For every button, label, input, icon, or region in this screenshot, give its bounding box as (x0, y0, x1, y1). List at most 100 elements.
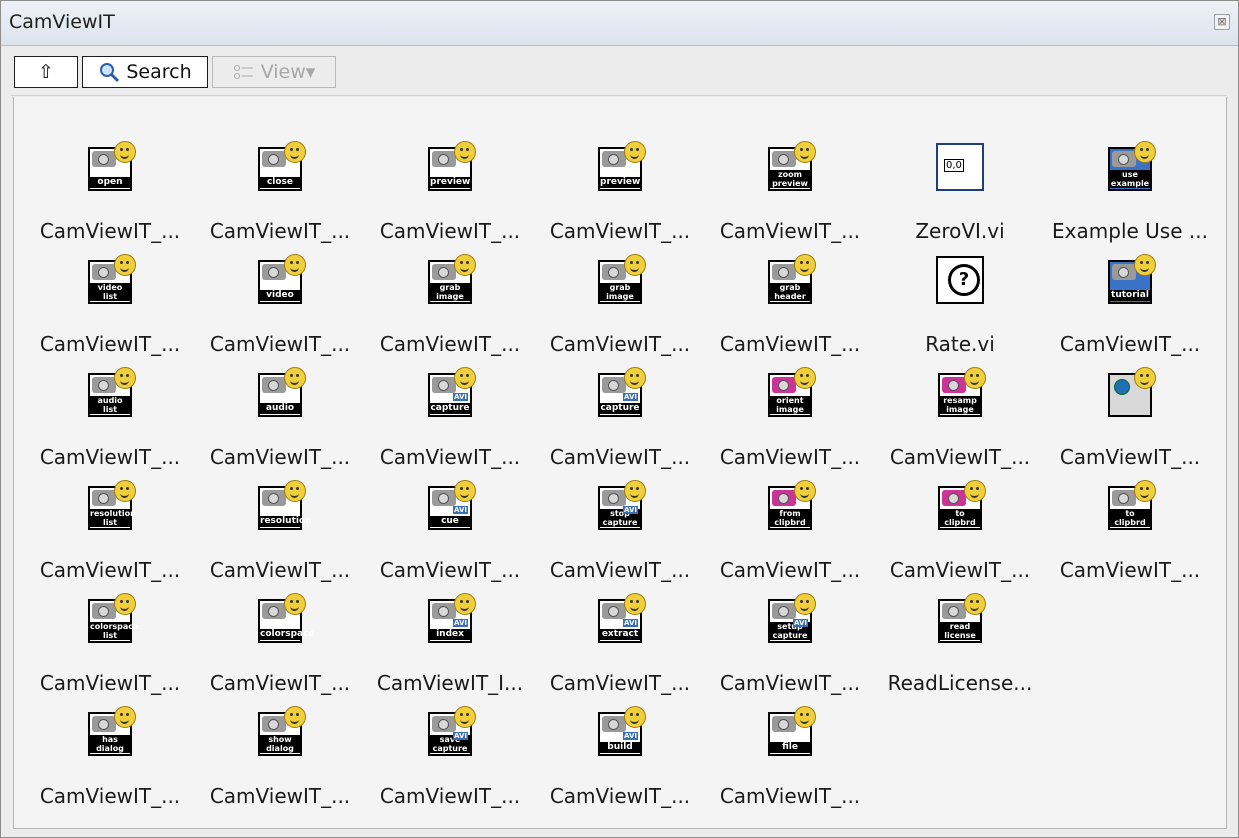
palette-item[interactable]: audio CamViewIT_... (195, 367, 365, 480)
palette-item[interactable]: capture AVI CamViewIT_... (365, 367, 535, 480)
palette-item-label: CamViewIT_... (1059, 558, 1201, 582)
palette-item[interactable]: from clipbrd CamViewIT_... (705, 480, 875, 593)
palette-item[interactable]: audio list CamViewIT_... (25, 367, 195, 480)
palette-item[interactable]: tutorial CamViewIT_... (1045, 254, 1215, 367)
grab-image-vi-icon: grab image (424, 254, 476, 306)
grab-image-2-vi-icon: grab image (594, 254, 646, 306)
preview-vi-icon: preview (424, 141, 476, 193)
palette-item[interactable]: setup capture AVI CamViewIT_... (705, 593, 875, 706)
palette-item[interactable]: 0,0 ZeroVI.vi (875, 141, 1045, 254)
palette-item[interactable]: grab header CamViewIT_... (705, 254, 875, 367)
cue-avi-vi-icon: cue AVI (424, 480, 476, 532)
close-icon[interactable]: ⊠ (1214, 14, 1230, 30)
palette-item[interactable]: grab image CamViewIT_... (365, 254, 535, 367)
up-button[interactable]: ⇧ (14, 56, 78, 88)
palette-item[interactable]: CamViewIT_... (1045, 367, 1215, 480)
stop-capture-vi-icon: stop capture AVI (594, 480, 646, 532)
open-vi-icon: open (84, 141, 136, 193)
palette-item-label: CamViewIT_... (549, 784, 691, 808)
palette-item-label: CamViewIT_... (549, 332, 691, 356)
palette-item[interactable]: ? Rate.vi (875, 254, 1045, 367)
palette-item-label: CamViewIT_... (719, 332, 861, 356)
resamp-image-vi-icon: resamp image (934, 367, 986, 419)
palette-item-label: CamViewIT_... (209, 332, 351, 356)
has-dialog-vi-icon: has dialog (84, 706, 136, 758)
from-clipbrd-vi-icon: from clipbrd (764, 480, 816, 532)
palette-item[interactable]: grab image CamViewIT_... (535, 254, 705, 367)
palette-item[interactable]: capture AVI CamViewIT_... (535, 367, 705, 480)
palette-item-label: CamViewIT_... (549, 219, 691, 243)
palette-item-label: CamViewIT_... (39, 558, 181, 582)
palette-item-label: CamViewIT_... (549, 445, 691, 469)
palette-item[interactable]: to clipbrd CamViewIT_... (1045, 480, 1215, 593)
palette-item[interactable]: save capture AVI CamViewIT_... (365, 706, 535, 819)
palette-item-label: CamViewIT_... (1059, 445, 1201, 469)
palette-item[interactable]: has dialog CamViewIT_... (25, 706, 195, 819)
colorspace-list-vi-icon: colorspace list (84, 593, 138, 645)
palette-item-label: CamViewIT_... (39, 445, 181, 469)
up-arrow-icon: ⇧ (38, 61, 54, 83)
palette-toolbar: ⇧ Search View▾ (14, 56, 336, 90)
palette-item-label: CamViewIT_... (39, 784, 181, 808)
palette-item[interactable]: preview CamViewIT_... (535, 141, 705, 254)
palette-window: CamViewIT ⊠ ⇧ Search View▾ open CamViewIT… (0, 0, 1239, 838)
palette-item-label: CamViewIT_... (209, 558, 351, 582)
view-label: View▾ (260, 61, 316, 83)
to-clipbrd-2-vi-icon: to clipbrd (1104, 480, 1156, 532)
palette-item[interactable]: colorspace CamViewIT_... (195, 593, 365, 706)
audio-vi-icon: audio (254, 367, 306, 419)
palette-item-label: CamViewIT_... (209, 445, 351, 469)
to-clipbrd-vi-icon: to clipbrd (934, 480, 986, 532)
palette-item[interactable]: build AVI CamViewIT_... (535, 706, 705, 819)
palette-item[interactable]: show dialog CamViewIT_... (195, 706, 365, 819)
audio-list-vi-icon: audio list (84, 367, 136, 419)
video-vi-icon: video (254, 254, 306, 306)
video-list-vi-icon: video list (84, 254, 136, 306)
palette-item[interactable]: resamp image CamViewIT_... (875, 367, 1045, 480)
save-capture-vi-icon: save capture AVI (424, 706, 476, 758)
palette-item-label: CamViewIT_... (379, 445, 521, 469)
palette-item[interactable]: resolution CamViewIT_... (195, 480, 365, 593)
palette-item[interactable]: read license ReadLicense... (875, 593, 1045, 706)
extract-avi-vi-icon: extract AVI (594, 593, 646, 645)
capture-avi-vi-icon: capture AVI (424, 367, 476, 419)
palette-item[interactable]: file CamViewIT_... (705, 706, 875, 819)
stopwatch-icon: ? (934, 254, 986, 306)
grab-header-vi-icon: grab header (764, 254, 816, 306)
globe-vi-icon (1104, 367, 1156, 419)
palette-item-label: CamViewIT_... (39, 332, 181, 356)
palette-item (1045, 593, 1215, 706)
palette-item[interactable]: stop capture AVI CamViewIT_... (535, 480, 705, 593)
palette-item[interactable]: use example Example Use ... (1045, 141, 1215, 254)
zoom-preview-vi-icon: zoom preview (764, 141, 816, 193)
palette-item[interactable]: video CamViewIT_... (195, 254, 365, 367)
palette-item-label: CamViewIT_... (209, 784, 351, 808)
palette-item-label: CamViewIT_... (719, 671, 861, 695)
palette-item[interactable]: colorspace list CamViewIT_... (25, 593, 195, 706)
window-title: CamViewIT (9, 11, 115, 33)
palette-item[interactable]: video list CamViewIT_... (25, 254, 195, 367)
palette-item-label: CamViewIT_... (719, 784, 861, 808)
search-button[interactable]: Search (82, 56, 208, 88)
palette-item[interactable]: to clipbrd CamViewIT_... (875, 480, 1045, 593)
palette-item[interactable]: index AVI CamViewIT_I... (365, 593, 535, 706)
resolution-list-vi-icon: resolution list (84, 480, 136, 532)
palette-item-label: CamViewIT_... (209, 671, 351, 695)
palette-item[interactable]: extract AVI CamViewIT_... (535, 593, 705, 706)
orient-image-vi-icon: orient image (764, 367, 816, 419)
toolbar-divider (11, 95, 1227, 96)
setup-capture-vi-icon: setup capture AVI (764, 593, 816, 645)
colorspace-vi-icon: colorspace (254, 593, 315, 645)
palette-item[interactable]: open CamViewIT_... (25, 141, 195, 254)
palette-item[interactable]: resolution list CamViewIT_... (25, 480, 195, 593)
show-dialog-vi-icon: show dialog (254, 706, 306, 758)
palette-item-label: CamViewIT_... (209, 219, 351, 243)
palette-item[interactable]: zoom preview CamViewIT_... (705, 141, 875, 254)
palette-item[interactable]: orient image CamViewIT_... (705, 367, 875, 480)
view-button[interactable]: View▾ (212, 56, 336, 88)
palette-item[interactable]: cue AVI CamViewIT_... (365, 480, 535, 593)
palette-item-label: CamViewIT_... (379, 784, 521, 808)
palette-item[interactable]: preview CamViewIT_... (365, 141, 535, 254)
png-file-vi-icon: file (764, 706, 816, 758)
palette-item[interactable]: close CamViewIT_... (195, 141, 365, 254)
